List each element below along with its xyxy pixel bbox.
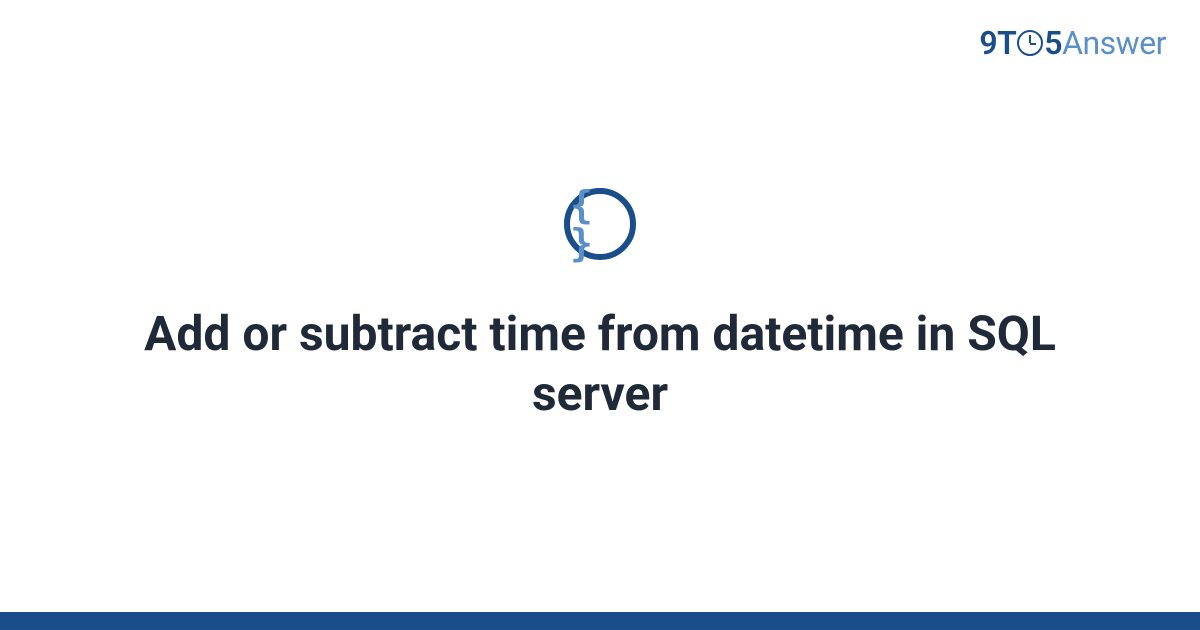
article-title: Add or subtract time from datetime in SQ… [100, 304, 1100, 424]
category-badge: { } [564, 188, 636, 260]
code-braces-icon: { } [570, 186, 630, 262]
main-content: { } Add or subtract time from datetime i… [0, 0, 1200, 612]
footer-bar [0, 612, 1200, 630]
